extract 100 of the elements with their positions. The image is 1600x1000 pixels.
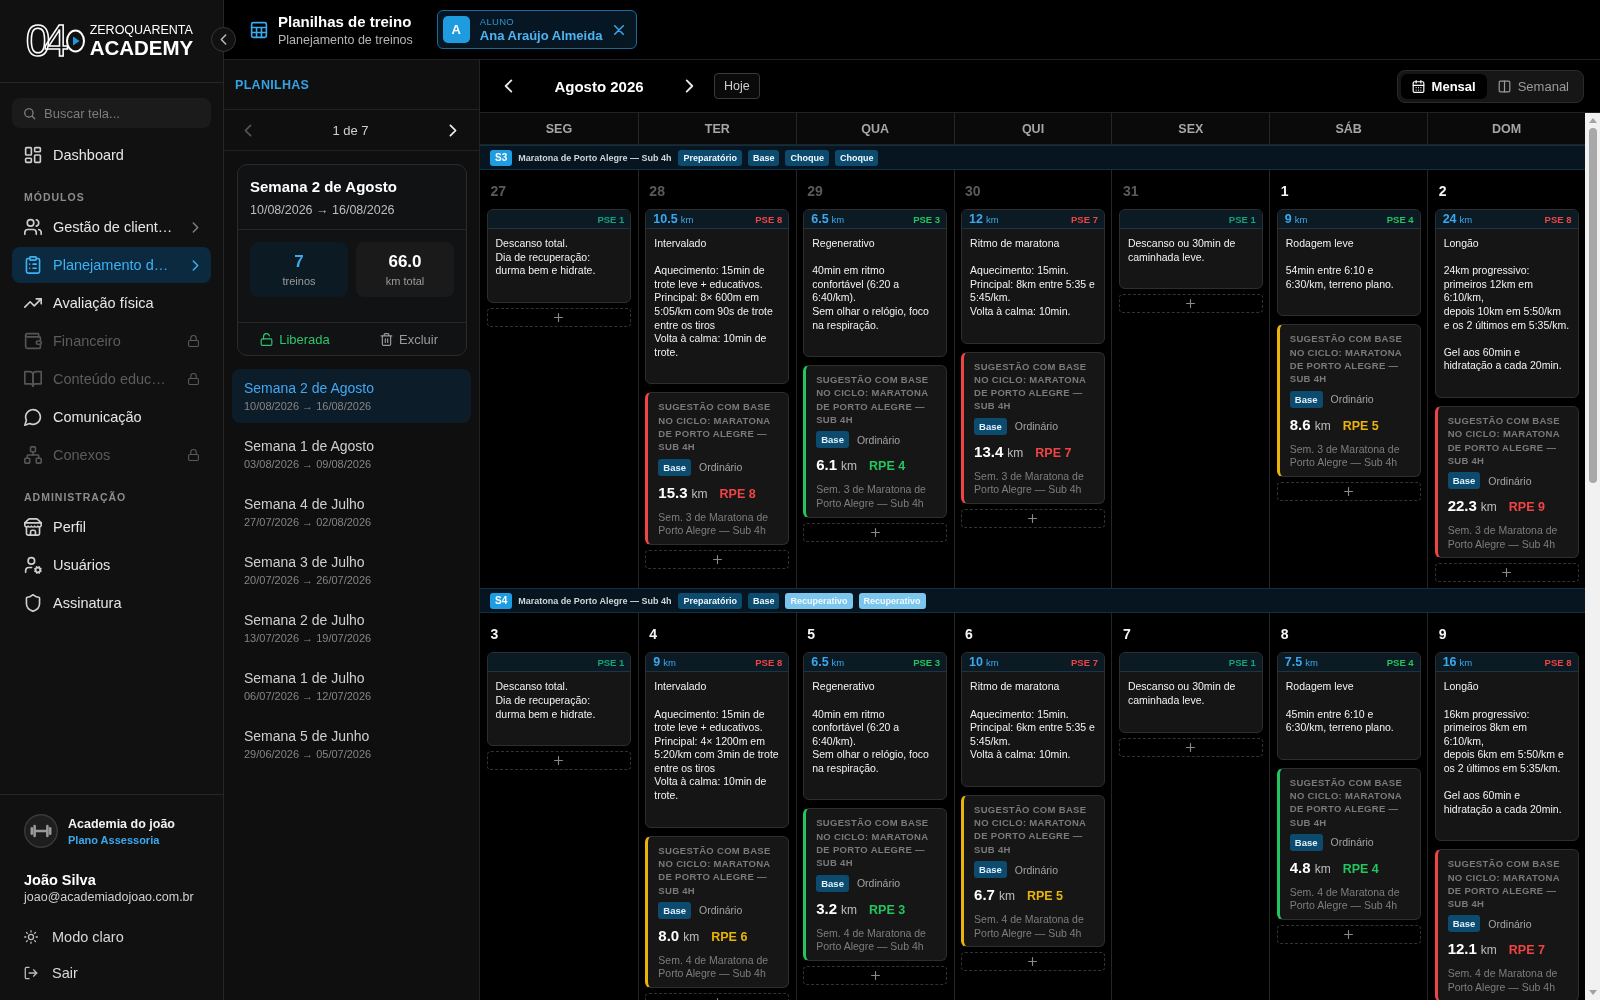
workout-card[interactable]: PSE 1 Descanso total. Dia de recuperação: durma bem e hidrate.	[486, 652, 632, 747]
nav-item[interactable]: Planejamento d…	[12, 247, 211, 283]
student-chip[interactable]: A ALUNO Ana Araújo Almeida	[436, 10, 638, 49]
week-dates: 06/07/2026 → 12/07/2026	[244, 690, 373, 703]
section-heading: MÓDULOS	[24, 190, 86, 204]
workout-card[interactable]: 6.5 km PSE 3 Regenerativo 40min em ritmo confortável (6:20 a 6:40/km). Sem olhar o relógio, foco na respiração.	[803, 652, 948, 801]
suggestion-card[interactable]: SUGESTÃO COM BASE NO CICLO: MARATONA DE PORTO ALEGRE — SUB 4H Base Ordinário 12.1 km RPE 7 Sem. 4 de Maratona de Porto Alegre — Sub 4h	[1434, 849, 1579, 1000]
day-number: 28	[648, 182, 666, 200]
add-workout-button[interactable]	[1434, 563, 1579, 583]
clipboard-icon	[24, 256, 42, 274]
close-icon[interactable]	[614, 24, 625, 35]
effort-label: RPE 6	[711, 928, 748, 946]
nav-item[interactable]: Usuários	[12, 547, 211, 583]
workout-card[interactable]: 9 km PSE 8 Intervalado Aquecimento: 15min de trote leve + educativos. Principal: 4× 1200m em 5:20/km com 3min de trote entre os tiros Volta à calma: 10min de trote.	[645, 652, 790, 828]
delete-button[interactable]: Excluir	[352, 323, 466, 355]
workout-card[interactable]: 7.5 km PSE 4 Rodagem leve 45min entre 6:10 e 6:30/km, terreno plano.	[1276, 652, 1421, 760]
nav-item[interactable]: Gestão de client…	[12, 209, 211, 245]
add-workout-button[interactable]	[645, 549, 790, 569]
scrollbar-thumb[interactable]	[1588, 128, 1597, 483]
workout-type: Ordinário	[1330, 393, 1374, 406]
workout-card[interactable]: PSE 1 Descanso ou 30min de caminhada leve.	[1118, 652, 1263, 733]
weekday-label: QUA	[861, 121, 889, 136]
workout-card[interactable]: 6.5 km PSE 3 Regenerativo 40min em ritmo confortável (6:20 a 6:40/km). Sem olhar o relógio, foco na respiração.	[803, 209, 948, 358]
suggestion-heading: SUGESTÃO COM BASE NO CICLO: MARATONA DE PORTO ALEGRE — SUB 4H	[816, 373, 930, 427]
triangle-up-icon[interactable]	[1588, 118, 1597, 123]
chevron-right-icon[interactable]	[685, 79, 694, 93]
student-avatar: A	[442, 16, 470, 43]
suggestion-card[interactable]: SUGESTÃO COM BASE NO CICLO: MARATONA DE PORTO ALEGRE — SUB 4H Base Ordinário 4.8 km RPE 4 Sem. 4 de Maratona de Porto Alegre — Sub 4h	[1276, 767, 1421, 921]
phase-tag: Choque	[835, 149, 879, 166]
search-field[interactable]: Buscar tela...	[12, 98, 211, 128]
nav-item[interactable]: Comunicação	[12, 399, 211, 435]
workout-card[interactable]: 10 km PSE 7 Ritmo de maratona Aquecimento: 15min. Principal: 6km entre 5:35 e 5:45/km. Volta à calma: 10min.	[961, 652, 1105, 787]
week-title: Semana 3 de Julho	[244, 553, 366, 571]
workout-card[interactable]: 24 km PSE 8 Longão 24km progressivo: primeiros 12km em 6:10/km, depois 10km em 5:50/km e os 2 últimos em 5:35/km. Gel aos 60min e hidratação a cada 20min.	[1434, 209, 1579, 398]
today-button[interactable]: Hoje	[714, 73, 760, 99]
suggestion-heading: SUGESTÃO COM BASE NO CICLO: MARATONA DE PORTO ALEGRE — SUB 4H	[658, 843, 772, 897]
add-workout-button[interactable]	[961, 508, 1105, 528]
week-list-item[interactable]: Semana 1 de Julho 06/07/2026 → 12/07/2026	[232, 659, 471, 713]
effort-label: PSE 3	[913, 656, 941, 668]
workout-description: Descanso ou 30min de caminhada leve.	[1127, 237, 1237, 265]
week-title: Semana 1 de Agosto	[244, 437, 375, 455]
view-tab[interactable]: Mensal	[1400, 73, 1487, 99]
user-email: joao@academiadojoao.com.br	[24, 889, 195, 905]
week-list-item[interactable]: Semana 4 de Julho 27/07/2026 → 02/08/2026	[232, 485, 471, 539]
add-workout-button[interactable]	[486, 751, 632, 771]
week-badge: S3	[490, 149, 513, 166]
workout-card[interactable]: 16 km PSE 8 Longão 16km progressivo: primeiros 8km em 6:10/km, depois 6km em 5:50/km e os 2 últimos em 5:35/km. Gel aos 60min e hidratação a cada 20min.	[1434, 652, 1579, 842]
unit-label: km	[831, 214, 845, 225]
add-workout-button[interactable]	[486, 307, 632, 327]
logout-button[interactable]: Sair	[0, 955, 223, 991]
workout-card[interactable]: 9 km PSE 4 Rodagem leve 54min entre 6:10 e 6:30/km, terreno plano.	[1276, 209, 1421, 317]
scrollbar[interactable]	[1585, 113, 1600, 1000]
week-list-item[interactable]: Semana 3 de Julho 20/07/2026 → 26/07/2026	[232, 543, 471, 597]
suggestion-card[interactable]: SUGESTÃO COM BASE NO CICLO: MARATONA DE PORTO ALEGRE — SUB 4H Base Ordinário 15.3 km RPE 8 Sem. 3 de Maratona de Porto Alegre — Sub 4h	[645, 392, 790, 545]
effort-label: RPE 3	[869, 901, 906, 919]
unit-label: km	[841, 458, 858, 476]
distance-value: 10	[969, 655, 983, 670]
page-title: Planilhas de treino	[278, 11, 413, 31]
view-tab[interactable]: Semanal	[1486, 73, 1580, 99]
workout-card[interactable]: PSE 1 Descanso total. Dia de recuperação: durma bem e hidrate.	[486, 209, 632, 303]
status-button[interactable]: Liberada	[238, 323, 352, 355]
workout-card[interactable]: PSE 1 Descanso ou 30min de caminhada leve.	[1118, 209, 1263, 290]
nav-item[interactable]: Avaliação física	[12, 285, 211, 321]
effort-label: RPE 9	[1508, 499, 1545, 517]
triangle-down-icon[interactable]	[1588, 990, 1597, 995]
suggestion-card[interactable]: SUGESTÃO COM BASE NO CICLO: MARATONA DE PORTO ALEGRE — SUB 4H Base Ordinário 3.2 km RPE 3 Sem. 4 de Maratona de Porto Alegre — Sub 4h	[803, 808, 948, 961]
suggestion-card[interactable]: SUGESTÃO COM BASE NO CICLO: MARATONA DE PORTO ALEGRE — SUB 4H Base Ordinário 22.3 km RPE 9 Sem. 3 de Maratona de Porto Alegre — Sub 4h	[1434, 405, 1579, 559]
suggestion-card[interactable]: SUGESTÃO COM BASE NO CICLO: MARATONA DE PORTO ALEGRE — SUB 4H Base Ordinário 8.6 km RPE 5 Sem. 3 de Maratona de Porto Alegre — Sub 4h	[1276, 324, 1421, 477]
effort-label: PSE 8	[1544, 656, 1572, 668]
day-number: 2	[1437, 182, 1448, 200]
suggestion-card[interactable]: SUGESTÃO COM BASE NO CICLO: MARATONA DE PORTO ALEGRE — SUB 4H Base Ordinário 8.0 km RPE 6 Sem. 4 de Maratona de Porto Alegre — Sub 4h	[645, 835, 790, 989]
nav-item[interactable]: Perfil	[12, 509, 211, 545]
nav-item[interactable]: Dashboard	[12, 137, 211, 173]
suggestion-card[interactable]: SUGESTÃO COM BASE NO CICLO: MARATONA DE PORTO ALEGRE — SUB 4H Base Ordinário 6.7 km RPE 5 Sem. 4 de Maratona de Porto Alegre — Sub 4h	[961, 794, 1105, 948]
suggestion-source: Sem. 4 de Maratona de Porto Alegre — Sub 4h	[658, 953, 770, 982]
suggestion-card[interactable]: SUGESTÃO COM BASE NO CICLO: MARATONA DE PORTO ALEGRE — SUB 4H Base Ordinário 13.4 km RPE 7 Sem. 3 de Maratona de Porto Alegre — Sub 4h	[961, 351, 1105, 504]
week-list-item[interactable]: Semana 2 de Agosto 10/08/2026 → 16/08/2026	[232, 369, 471, 423]
week-list-item[interactable]: Semana 1 de Agosto 03/08/2026 → 09/08/2026	[232, 427, 471, 481]
add-workout-button[interactable]	[1118, 294, 1263, 314]
workout-type: Ordinário	[1488, 917, 1532, 930]
week-title: Semana 2 de Agosto	[244, 379, 375, 397]
week-list-item[interactable]: Semana 2 de Julho 13/07/2026 → 19/07/2026	[232, 601, 471, 655]
workout-description: Descanso total. Dia de recuperação: durma bem e hidrate.	[495, 680, 597, 722]
add-workout-button[interactable]	[1276, 481, 1421, 501]
suggestion-card[interactable]: SUGESTÃO COM BASE NO CICLO: MARATONA DE PORTO ALEGRE — SUB 4H Base Ordinário 6.1 km RPE 4 Sem. 3 de Maratona de Porto Alegre — Sub 4h	[803, 365, 948, 518]
workout-card[interactable]: 10.5 km PSE 8 Intervalado Aquecimento: 15min de trote leve + educativos. Principal: 8× 600m em 5:05/km com 90s de trote entre os tiros Volta à calma: 10min de trote.	[645, 209, 790, 385]
chevron-right-icon[interactable]	[449, 123, 457, 137]
add-workout-button[interactable]	[961, 952, 1105, 972]
nav-item[interactable]: Assinatura	[12, 585, 211, 621]
theme-button[interactable]: Modo claro	[0, 919, 223, 955]
workout-type: Ordinário	[1488, 474, 1532, 487]
add-workout-button[interactable]	[1118, 737, 1263, 757]
add-workout-button[interactable]	[1276, 925, 1421, 945]
week-list-item[interactable]: Semana 5 de Junho 29/06/2026 → 05/07/2026	[232, 717, 471, 771]
add-workout-button[interactable]	[803, 965, 948, 985]
workout-card[interactable]: 12 km PSE 7 Ritmo de maratona Aquecimento: 15min. Principal: 8km entre 5:35 e 5:45/km. Volta à calma: 10min.	[961, 209, 1105, 344]
add-workout-button[interactable]	[803, 522, 948, 542]
workout-description: 40min em ritmo confortável (6:20 a 6:40/km). Sem olhar o relógio, foco na respiração.	[812, 707, 930, 776]
workout-description: 45min entre 6:10 e 6:30/km, terreno plano.	[1285, 707, 1395, 735]
workout-type: Ordinário	[1014, 420, 1058, 433]
